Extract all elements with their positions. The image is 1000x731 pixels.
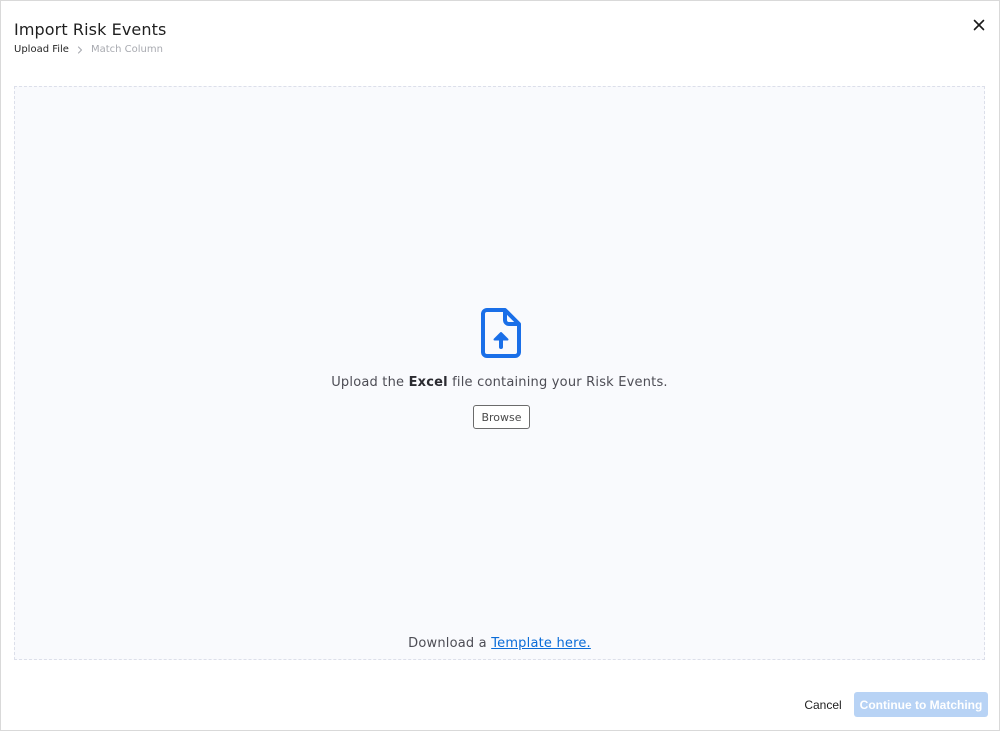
upload-text-suffix: file containing your Risk Events.	[447, 375, 668, 390]
download-text-prefix: Download a	[408, 636, 492, 651]
chevron-right-icon	[75, 45, 85, 55]
download-template-text: Download a Template here.	[15, 636, 984, 651]
browse-button[interactable]: Browse	[473, 405, 530, 429]
template-link[interactable]: Template here.	[491, 636, 591, 651]
import-risk-events-modal: Import Risk Events Upload File Match Col…	[0, 0, 1000, 731]
file-upload-icon	[481, 308, 521, 358]
cancel-button[interactable]: Cancel	[797, 693, 849, 717]
upload-text-file-type: Excel	[408, 375, 448, 390]
breadcrumb: Upload File Match Column	[14, 44, 163, 55]
upload-text-prefix: Upload the	[331, 375, 409, 390]
close-icon	[973, 19, 985, 31]
file-dropzone[interactable]: Upload the Excel file containing your Ri…	[14, 86, 985, 660]
upload-instructions: Upload the Excel file containing your Ri…	[15, 375, 984, 390]
breadcrumb-step-upload-file: Upload File	[14, 44, 69, 55]
modal-title: Import Risk Events	[14, 20, 167, 39]
continue-to-matching-button[interactable]: Continue to Matching	[854, 692, 988, 717]
breadcrumb-step-match-column: Match Column	[90, 44, 163, 55]
close-button[interactable]	[969, 15, 989, 35]
